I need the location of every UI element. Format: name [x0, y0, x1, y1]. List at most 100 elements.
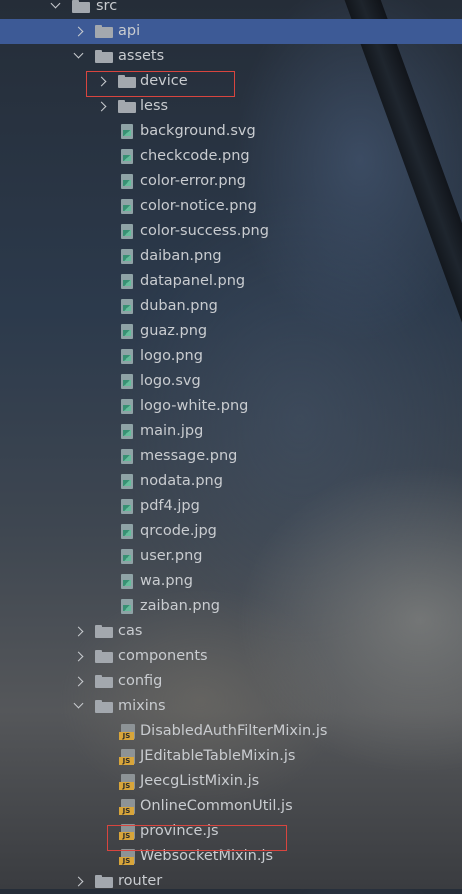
file-label: daiban.png: [140, 248, 222, 264]
tree-file[interactable]: wa.png: [0, 569, 462, 594]
tree-file[interactable]: JS OnlineCommonUtil.js: [0, 794, 462, 819]
image-file-icon: [121, 599, 133, 614]
tree-file[interactable]: logo-white.png: [0, 394, 462, 419]
tree-file[interactable]: logo.png: [0, 344, 462, 369]
tree-file[interactable]: pdf4.jpg: [0, 494, 462, 519]
tree-file[interactable]: background.svg: [0, 119, 462, 144]
tree-file[interactable]: checkcode.png: [0, 144, 462, 169]
folder-icon: [95, 875, 113, 888]
file-label: logo.svg: [140, 373, 201, 389]
tree-file[interactable]: message.png: [0, 444, 462, 469]
file-label: JeecgListMixin.js: [140, 773, 260, 789]
js-file-icon: JS: [119, 799, 135, 815]
file-label: duban.png: [140, 298, 218, 314]
js-badge: JS: [119, 782, 134, 790]
file-label: JEditableTableMixin.js: [140, 748, 296, 764]
tree-file[interactable]: main.jpg: [0, 419, 462, 444]
folder-icon: [95, 25, 113, 38]
image-file-icon: [121, 374, 133, 389]
image-file-icon: [121, 349, 133, 364]
folder-label: src: [96, 0, 118, 14]
js-badge: JS: [119, 732, 134, 740]
js-file-icon: JS: [119, 849, 135, 865]
tree-file[interactable]: qrcode.jpg: [0, 519, 462, 544]
file-label: color-error.png: [140, 173, 246, 189]
tree-folder-src[interactable]: src: [0, 0, 462, 19]
folder-label: router: [118, 873, 163, 889]
image-file-icon: [121, 324, 133, 339]
chevron-right-icon[interactable]: [75, 619, 87, 644]
tree-folder-mixins[interactable]: mixins: [0, 694, 462, 719]
folder-icon: [118, 100, 136, 113]
image-file-icon: [121, 449, 133, 464]
chevron-right-icon[interactable]: [75, 644, 87, 669]
js-file-icon: JS: [119, 774, 135, 790]
chevron-right-icon[interactable]: [98, 94, 110, 119]
tree-file[interactable]: zaiban.png: [0, 594, 462, 619]
tree-folder-router[interactable]: router: [0, 869, 462, 894]
file-label: guaz.png: [140, 323, 208, 339]
tree-file[interactable]: color-success.png: [0, 219, 462, 244]
tree-folder-components[interactable]: components: [0, 644, 462, 669]
folder-label: mixins: [118, 698, 166, 714]
folder-label: less: [140, 98, 169, 114]
tree-file[interactable]: JS JEditableTableMixin.js: [0, 744, 462, 769]
folder-label: api: [118, 23, 141, 39]
tree-folder-config[interactable]: config: [0, 669, 462, 694]
tree-file[interactable]: user.png: [0, 544, 462, 569]
tree-file[interactable]: guaz.png: [0, 319, 462, 344]
image-file-icon: [121, 474, 133, 489]
file-label: DisabledAuthFilterMixin.js: [140, 723, 328, 739]
file-label: color-success.png: [140, 223, 269, 239]
chevron-right-icon[interactable]: [75, 669, 87, 694]
folder-icon: [95, 625, 113, 638]
tree-file[interactable]: daiban.png: [0, 244, 462, 269]
file-label: pdf4.jpg: [140, 498, 200, 514]
tree-folder-assets[interactable]: assets: [0, 44, 462, 69]
file-label: checkcode.png: [140, 148, 250, 164]
file-label: qrcode.jpg: [140, 523, 217, 539]
file-label: OnlineCommonUtil.js: [140, 798, 293, 814]
file-label: main.jpg: [140, 423, 204, 439]
tree-file[interactable]: duban.png: [0, 294, 462, 319]
tree-file[interactable]: color-notice.png: [0, 194, 462, 219]
js-badge: JS: [119, 857, 134, 865]
tree-folder-api[interactable]: api: [0, 19, 462, 44]
image-file-icon: [121, 174, 133, 189]
chevron-right-icon[interactable]: [75, 869, 87, 894]
tree-file[interactable]: datapanel.png: [0, 269, 462, 294]
js-badge: JS: [119, 807, 134, 815]
image-file-icon: [121, 124, 133, 139]
image-file-icon: [121, 574, 133, 589]
highlight-box-province: [107, 825, 287, 851]
file-label: logo-white.png: [140, 398, 249, 414]
folder-label: components: [118, 648, 208, 664]
tree-file[interactable]: JS DisabledAuthFilterMixin.js: [0, 719, 462, 744]
image-file-icon: [121, 199, 133, 214]
chevron-down-icon[interactable]: [50, 0, 62, 19]
project-file-tree[interactable]: src api assets device less background.sv…: [0, 0, 462, 894]
tree-file[interactable]: nodata.png: [0, 469, 462, 494]
file-label: message.png: [140, 448, 238, 464]
chevron-right-icon[interactable]: [75, 19, 87, 44]
image-file-icon: [121, 299, 133, 314]
image-file-icon: [121, 399, 133, 414]
image-file-icon: [121, 549, 133, 564]
tree-folder-cas[interactable]: cas: [0, 619, 462, 644]
file-label: color-notice.png: [140, 198, 257, 214]
file-label: zaiban.png: [140, 598, 221, 614]
folder-icon: [95, 675, 113, 688]
chevron-down-icon[interactable]: [73, 44, 85, 69]
tree-file[interactable]: logo.svg: [0, 369, 462, 394]
image-file-icon: [121, 524, 133, 539]
folder-icon: [72, 0, 90, 13]
folder-icon: [95, 650, 113, 663]
file-label: datapanel.png: [140, 273, 246, 289]
tree-folder-less[interactable]: less: [0, 94, 462, 119]
image-file-icon: [121, 274, 133, 289]
file-label: nodata.png: [140, 473, 223, 489]
chevron-down-icon[interactable]: [73, 694, 85, 719]
tree-file[interactable]: color-error.png: [0, 169, 462, 194]
js-file-icon: JS: [119, 724, 135, 740]
tree-file[interactable]: JS JeecgListMixin.js: [0, 769, 462, 794]
